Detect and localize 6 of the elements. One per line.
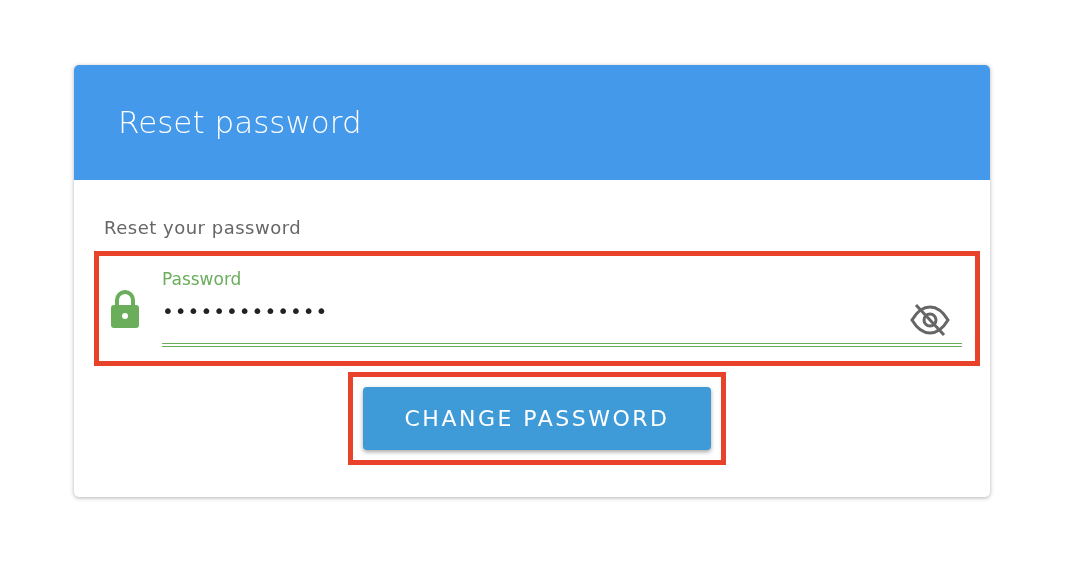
field-label: Password	[162, 267, 243, 291]
subtitle: Reset your password	[104, 216, 303, 240]
lock-icon	[110, 288, 140, 329]
card-title: Reset password	[118, 103, 362, 143]
eye-slash-icon[interactable]	[910, 302, 950, 337]
password-field[interactable]: •••••••••••••	[162, 296, 411, 326]
